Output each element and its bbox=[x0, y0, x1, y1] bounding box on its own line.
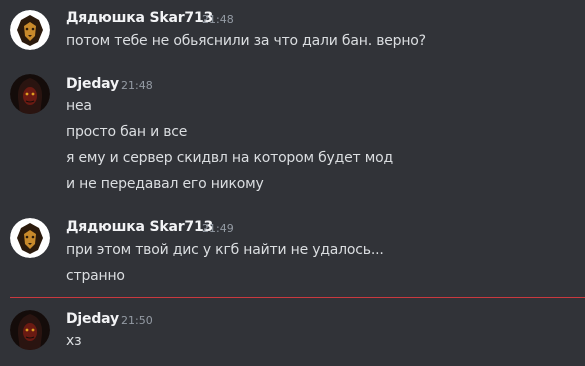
sith-avatar-icon[interactable] bbox=[10, 74, 50, 114]
message-text: странно bbox=[66, 268, 125, 284]
message-author[interactable]: Djeday bbox=[66, 311, 119, 327]
message-text: просто бан и все bbox=[66, 124, 188, 140]
message-timestamp: 21:49 bbox=[202, 222, 234, 235]
chat-messages: Дядюшка Skar713 21:48 потом тебе не обья… bbox=[0, 0, 585, 366]
message-text: потом тебе не обьяснили за что дали бан.… bbox=[66, 33, 426, 49]
message-text: при этом твой дис у кгб найти не удалось… bbox=[66, 242, 384, 258]
message-text: неа bbox=[66, 98, 92, 114]
message-text: и не передавал его никому bbox=[66, 176, 264, 192]
message-timestamp: 21:48 bbox=[121, 79, 153, 92]
message-timestamp: 21:48 bbox=[202, 13, 234, 26]
lion-avatar-icon[interactable] bbox=[10, 218, 50, 258]
message-author[interactable]: Дядюшка Skar713 bbox=[66, 10, 213, 26]
sith-avatar-icon[interactable] bbox=[10, 310, 50, 350]
lion-avatar-icon[interactable] bbox=[10, 10, 50, 50]
message-text: я ему и сервер скидвл на котором будет м… bbox=[66, 150, 393, 166]
new-messages-divider bbox=[10, 297, 585, 298]
message-author[interactable]: Djeday bbox=[66, 76, 119, 92]
message-timestamp: 21:50 bbox=[121, 314, 153, 327]
message-author[interactable]: Дядюшка Skar713 bbox=[66, 219, 213, 235]
message-text: хз bbox=[66, 333, 82, 349]
